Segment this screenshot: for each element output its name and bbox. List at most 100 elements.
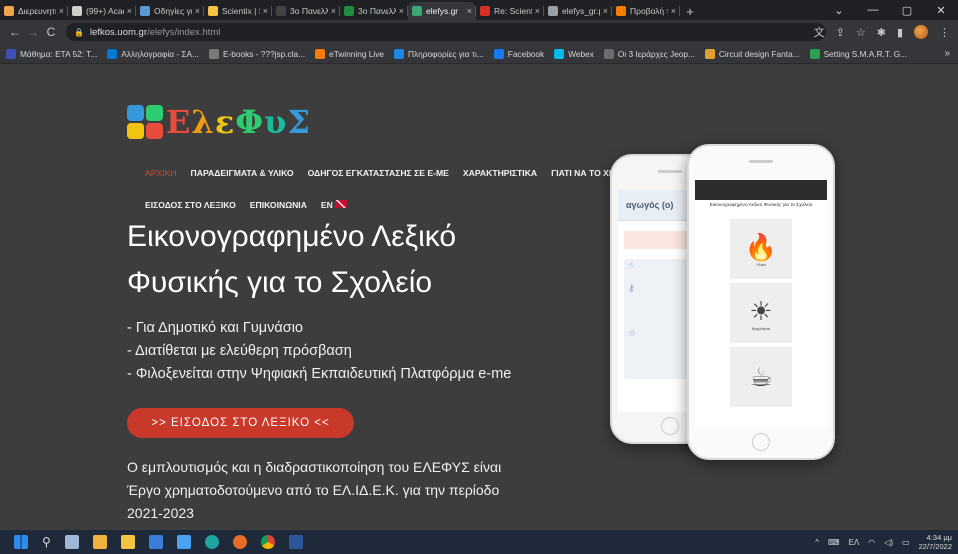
card-label: Υλικό (756, 261, 766, 267)
logo-letter: ε (214, 103, 236, 141)
url-host: lefkos.uom.gr (89, 26, 147, 38)
bookmarks-more-button[interactable]: » (944, 48, 950, 59)
forward-button[interactable]: → (24, 25, 42, 39)
bookmark-item[interactable]: eTwinning Live (315, 48, 384, 59)
browser-tab[interactable]: 3ο Πανελλ × (272, 2, 340, 20)
clock-time: 4:34 μμ (926, 533, 952, 542)
browser-tab[interactable]: elefys_gr.p × (544, 2, 612, 20)
menu-features[interactable]: ΧΑΡΑΚΤΗΡΙΣΤΙΚΑ (463, 168, 537, 178)
tab-close-icon[interactable]: × (467, 6, 472, 16)
word-icon[interactable] (288, 535, 303, 549)
hero-title-line1: Εικονογραφημένο Λεξικό (127, 220, 457, 253)
keyboard-icon[interactable]: ⌨ (828, 538, 840, 547)
browser-tab[interactable]: (99+) Acad × (68, 2, 136, 20)
weather-icon[interactable] (92, 535, 107, 549)
volume-icon[interactable]: ◁) (884, 538, 893, 547)
tab-close-icon[interactable]: × (127, 6, 132, 16)
profile-avatar[interactable] (914, 25, 928, 39)
wifi-icon[interactable]: ◠ (868, 538, 875, 547)
main-menu: ΑΡΧΙΚΗ ΠΑΡΑΔΕΙΓΜΑΤΑ & ΥΛΙΚΟ ΟΔΗΓΟΣ ΕΓΚΑΤ… (145, 168, 615, 178)
uk-flag-icon (334, 200, 347, 208)
browser-tab[interactable]: Οδηγίες γι × (136, 2, 204, 20)
bookmark-item[interactable]: Πληροφορίες για τι... (393, 48, 484, 59)
bookmark-item[interactable]: E-books - ???jsp.cla... (208, 48, 305, 59)
browser-tab[interactable]: Re: Scientix× (476, 2, 544, 20)
bookmark-item[interactable]: Αλληλογραφία - ΣΑ... (107, 48, 199, 59)
phone-mockup-front: Εικονογραφημένο Λεξικό Φυσικής για το Σχ… (687, 144, 835, 460)
tab-close-icon[interactable]: × (399, 6, 404, 16)
page-content: ΕλεΦυΣ ΑΡΧΙΚΗ ΠΑΡΑΔΕΙΓΜΑΤΑ & ΥΛΙΚΟ ΟΔΗΓΟ… (0, 64, 958, 530)
bullet-item: - Φιλοξενείται στην Ψηφιακή Εκπαιδευτική… (127, 366, 512, 382)
back-button[interactable]: ← (6, 25, 24, 39)
menu-contact[interactable]: ΕΠΙΚΟΙΝΩΝΙΑ (250, 200, 307, 210)
menu-enter-dictionary[interactable]: ΕΙΣΟΔΟΣ ΣΤΟ ΛΕΞΙΚΟ (145, 200, 236, 210)
mail-icon[interactable] (176, 535, 191, 549)
tab-close-icon[interactable]: × (671, 6, 676, 16)
tab-favicon-icon (276, 6, 286, 16)
tab-close-icon[interactable]: × (331, 6, 336, 16)
tab-close-icon[interactable]: × (59, 6, 64, 16)
share-icon[interactable]: ⇪ (836, 26, 845, 39)
dictionary-card: ☕ (730, 347, 792, 407)
bookmark-item[interactable]: Οι 3 Ιεράρχες Jeop... (603, 48, 695, 59)
tab-close-icon[interactable]: × (263, 6, 268, 16)
bookmark-label: eTwinning Live (329, 48, 384, 59)
maximize-button[interactable]: ▢ (890, 4, 924, 17)
browser-tab[interactable]: Διερευνητι × (0, 2, 68, 20)
phone-nav (695, 192, 827, 200)
search-icon[interactable]: ⚲ (42, 535, 51, 549)
funding-text: Ο εμπλουτισμός και η διαδραστικοποίηση τ… (127, 456, 547, 525)
extensions-icon[interactable]: ✱ (877, 26, 886, 39)
tab-favicon-icon (208, 6, 218, 16)
new-tab-button[interactable]: + (680, 2, 700, 20)
translate-icon[interactable]: 文 (814, 24, 825, 40)
menu-why-use[interactable]: ΓΙΑΤΙ ΝΑ ΤΟ ΧΡ (551, 168, 615, 178)
tab-close-icon[interactable]: × (535, 6, 540, 16)
bookmark-label: Facebook (507, 48, 545, 59)
edge-icon[interactable] (204, 535, 219, 549)
bookmark-item[interactable]: Circuit design Fanta... (704, 48, 800, 59)
file-explorer-icon[interactable] (120, 535, 135, 549)
browser-tab[interactable]: Προβολή τ × (612, 2, 680, 20)
windows-start-icon[interactable] (14, 535, 28, 549)
sidepanel-icon[interactable]: ▮ (897, 26, 903, 39)
bookmark-star-icon[interactable]: ☆ (856, 26, 866, 39)
chrome-icon[interactable] (260, 535, 275, 549)
sun-thermometer-icon: ☀ (749, 295, 773, 326)
tab-search-icon[interactable]: ⌄ (822, 4, 856, 17)
browser-tab[interactable]: Scientix | Sc× (204, 2, 272, 20)
calendar-icon[interactable] (148, 535, 163, 549)
menu-examples[interactable]: ΠΑΡΑΔΕΙΓΜΑΤΑ & ΥΛΙΚΟ (191, 168, 294, 178)
firefox-icon[interactable] (232, 535, 247, 549)
menu-install-guide[interactable]: ΟΔΗΓΟΣ ΕΓΚΑΤΑΣΤΑΣΗΣ ΣΕ E-ME (308, 168, 449, 178)
browser-tab[interactable]: elefys.gr × (408, 2, 476, 20)
menu-language-en[interactable]: EN (321, 200, 347, 210)
task-view-icon[interactable] (64, 535, 79, 549)
clock[interactable]: 4:34 μμ 22/7/2022 (919, 533, 952, 551)
site-logo[interactable]: ΕλεΦυΣ (127, 103, 311, 141)
tab-close-icon[interactable]: × (603, 6, 608, 16)
menu-kebab-icon[interactable]: ⋮ (939, 26, 950, 39)
menu-home[interactable]: ΑΡΧΙΚΗ (145, 168, 177, 178)
funding-line: Έργο χρηματοδοτούμενο από το ΕΛ.ΙΔ.Ε.Κ. … (127, 482, 500, 498)
url-input[interactable]: 🔒 lefkos.uom.gr/elefys/index.html (66, 23, 826, 41)
funding-line: 2021-2023 (127, 505, 194, 521)
tray-expand-icon[interactable]: ^ (815, 538, 819, 547)
tab-close-icon[interactable]: × (195, 6, 200, 16)
enter-dictionary-button[interactable]: >> ΕΙΣΟΔΟΣ ΣΤΟ ΛΕΞΙΚΟ << (127, 408, 354, 438)
reload-button[interactable]: C (42, 25, 60, 39)
bookmark-item[interactable]: Setting S.M.A.R.T. G... (809, 48, 907, 59)
battery-icon[interactable]: ▭ (902, 538, 910, 547)
bookmark-favicon-icon (393, 48, 404, 59)
menu-en-label: EN (320, 200, 333, 210)
tab-favicon-icon (4, 6, 14, 16)
bookmark-favicon-icon (315, 48, 326, 59)
tab-favicon-icon (480, 6, 490, 16)
input-language[interactable]: ΕΛ (849, 538, 860, 547)
bookmark-item[interactable]: Facebook (493, 48, 545, 59)
bookmark-item[interactable]: Webex (554, 48, 594, 59)
browser-tab[interactable]: 3ο Πανελλ × (340, 2, 408, 20)
minimize-button[interactable]: — (856, 4, 890, 16)
close-window-button[interactable]: ✕ (924, 4, 958, 17)
bookmark-item[interactable]: Μάθημα: ΕΤΑ 52: Τ... (6, 48, 97, 59)
